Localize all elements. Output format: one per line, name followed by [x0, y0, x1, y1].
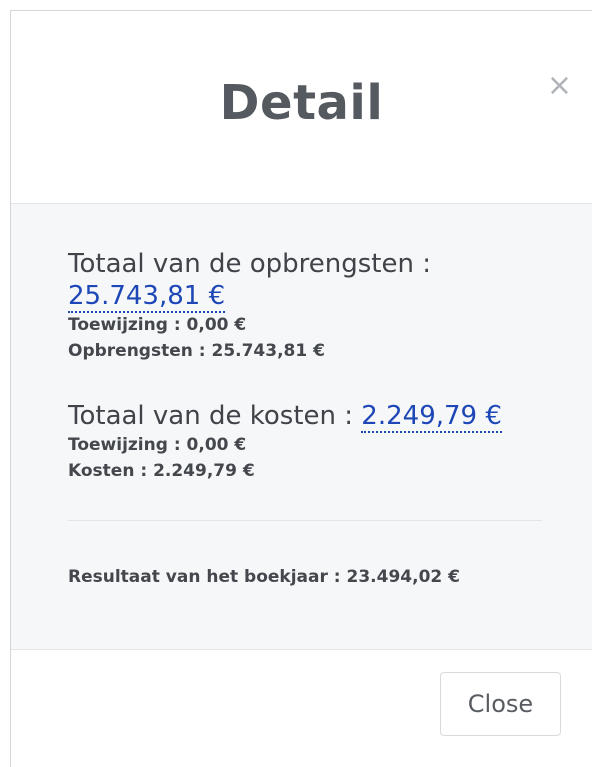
close-button[interactable]: Close [440, 672, 561, 736]
result-line: Resultaat van het boekjaar : 23.494,02 € [68, 567, 460, 587]
revenue-heading-label: Totaal van de opbrengsten : [68, 249, 431, 279]
revenue-allocation: Toewijzing : 0,00 € [68, 315, 247, 335]
costs-section: Totaal van de kosten : 2.249,79 € Toewij… [68, 400, 502, 484]
revenue-section: Totaal van de opbrengsten : 25.743,81 € … [68, 248, 431, 364]
costs-heading: Totaal van de kosten : 2.249,79 € [68, 400, 502, 433]
costs-heading-label: Totaal van de kosten : [68, 401, 354, 431]
revenue-heading: Totaal van de opbrengsten : 25.743,81 € [68, 248, 431, 313]
costs-allocation: Toewijzing : 0,00 € [68, 435, 247, 455]
costs-total-link[interactable]: 2.249,79 € [361, 401, 502, 433]
divider [68, 520, 542, 521]
modal-header: Detail × [11, 11, 592, 204]
close-icon[interactable]: × [547, 71, 572, 101]
revenue-total-link[interactable]: 25.743,81 € [68, 281, 226, 313]
detail-modal: Detail × Totaal van de opbrengsten : 25.… [10, 10, 592, 767]
modal-title: Detail [219, 75, 384, 131]
costs-detail: Kosten : 2.249,79 € [68, 461, 255, 481]
modal-body: Totaal van de opbrengsten : 25.743,81 € … [11, 204, 592, 650]
revenue-detail: Opbrengsten : 25.743,81 € [68, 341, 325, 361]
